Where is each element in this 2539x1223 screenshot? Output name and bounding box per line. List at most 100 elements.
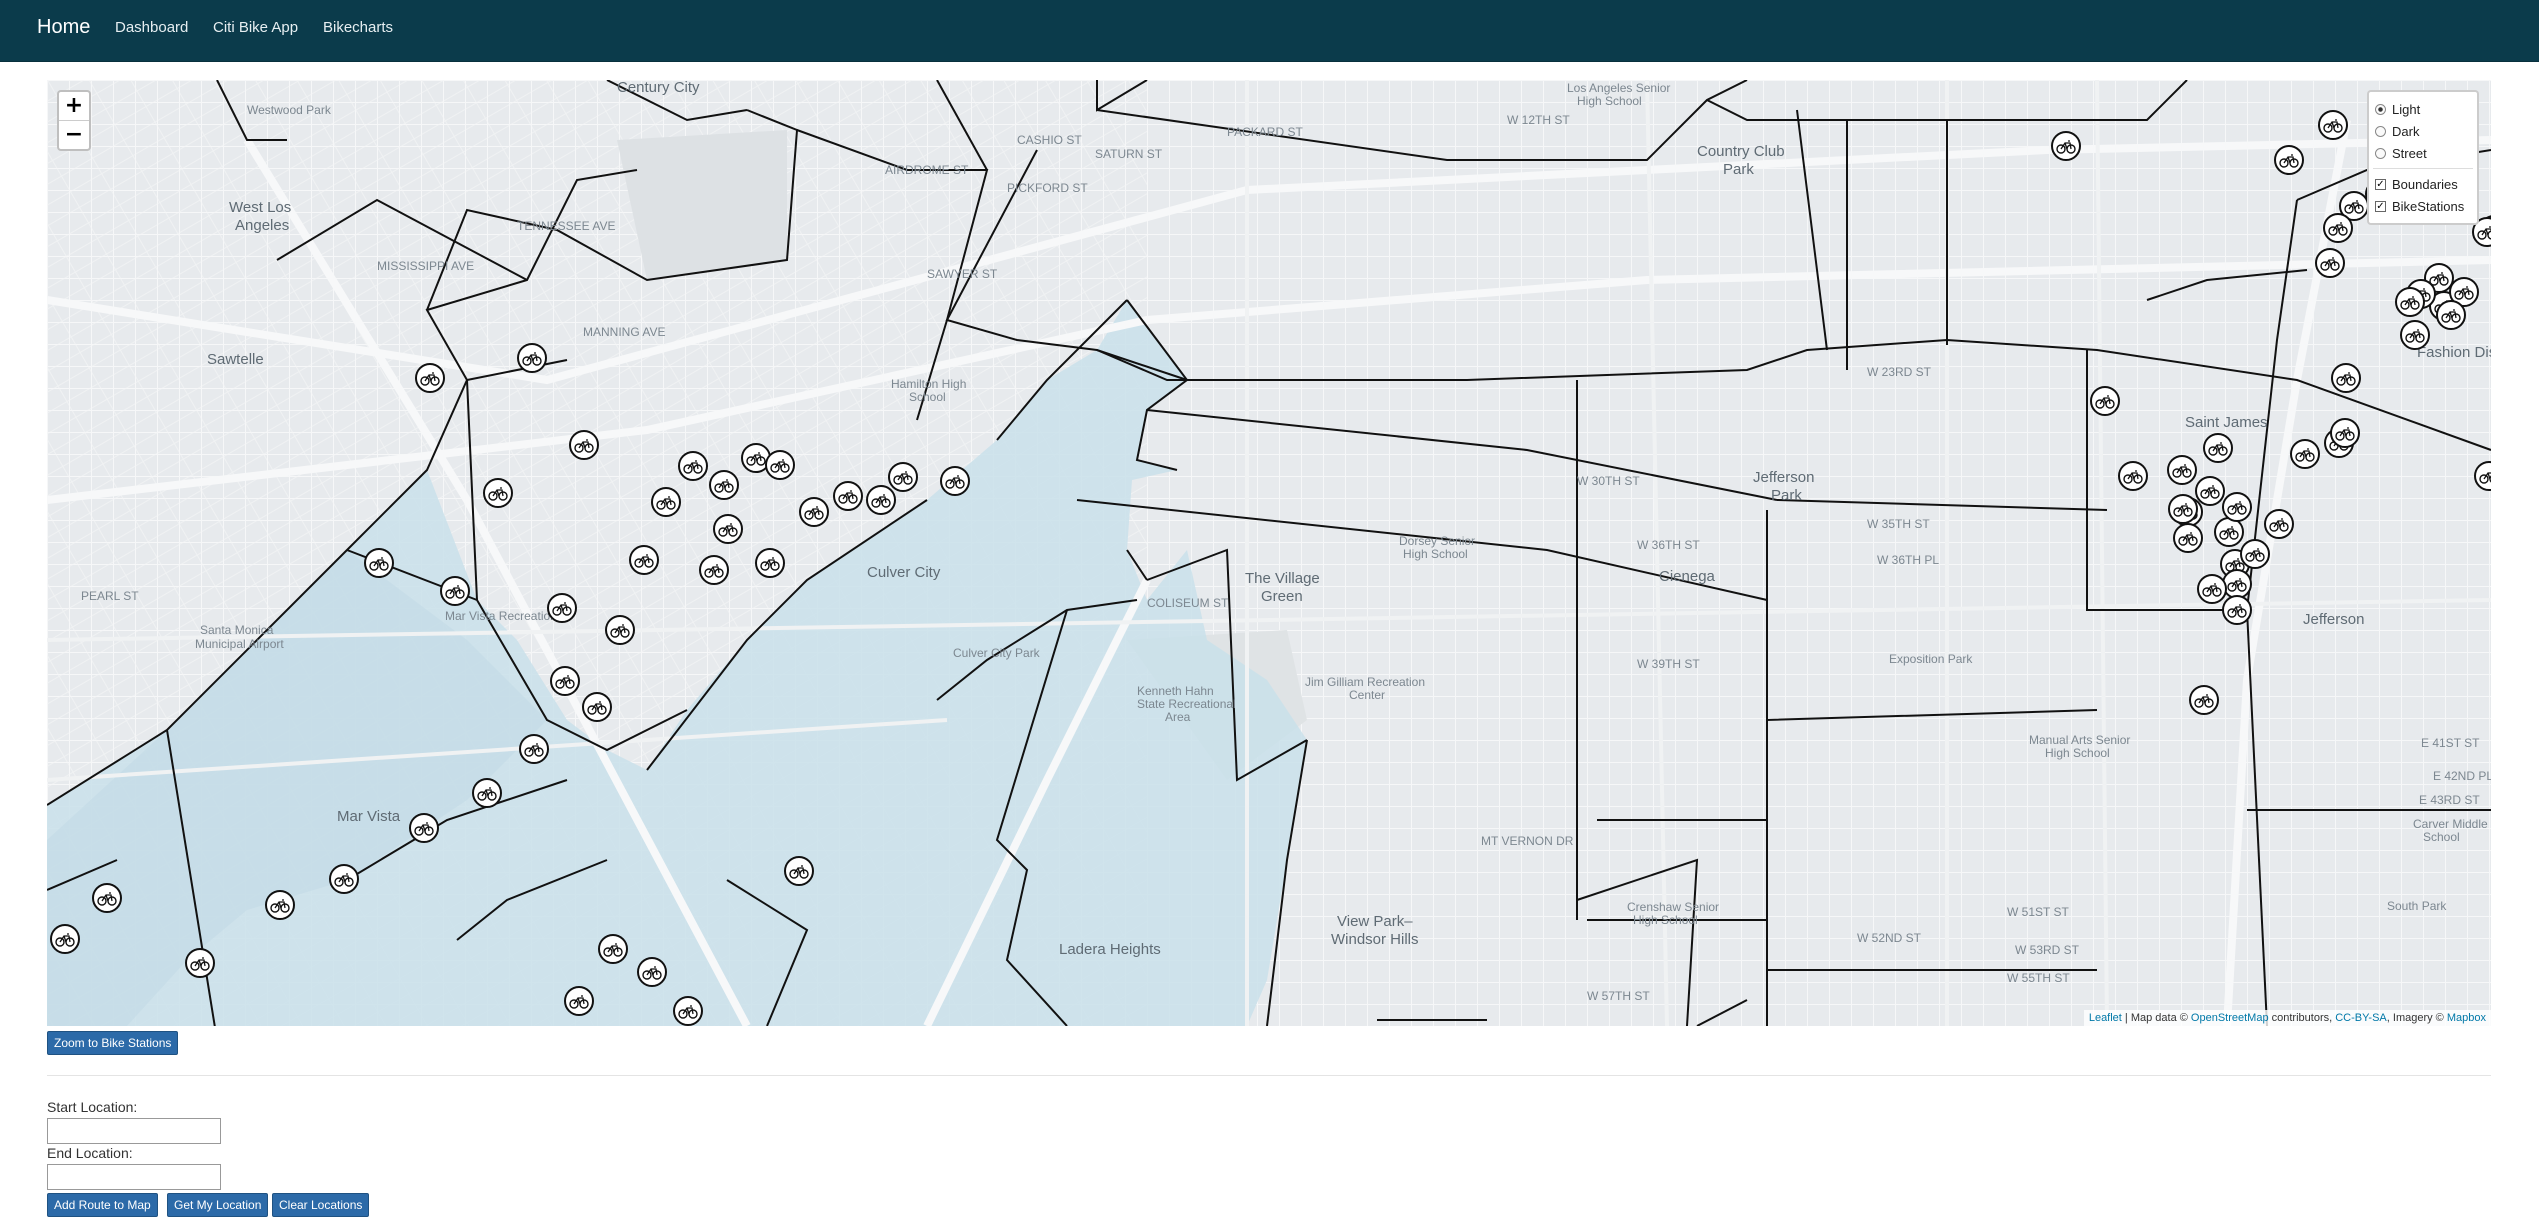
bike-station-marker[interactable]: [2290, 439, 2320, 469]
bike-station-marker[interactable]: [2274, 145, 2304, 175]
bike-station-marker[interactable]: [50, 924, 80, 954]
bike-station-marker[interactable]: [2264, 509, 2294, 539]
checkbox-icon[interactable]: ✓: [2375, 178, 2386, 190]
bike-station-marker[interactable]: [784, 856, 814, 886]
bike-station-marker[interactable]: [92, 883, 122, 913]
bike-station-marker[interactable]: [547, 593, 577, 623]
bike-station-marker[interactable]: [472, 778, 502, 808]
bike-station-marker[interactable]: [2168, 494, 2198, 524]
bike-station-marker[interactable]: [265, 890, 295, 920]
svg-text:Park: Park: [1771, 487, 1802, 504]
clear-locations-button[interactable]: Clear Locations: [272, 1193, 370, 1217]
bike-station-marker[interactable]: [866, 485, 896, 515]
bike-station-marker[interactable]: [598, 934, 628, 964]
svg-text:MT VERNON DR: MT VERNON DR: [1481, 834, 1574, 848]
svg-text:High School: High School: [1577, 94, 1642, 108]
bike-station-marker[interactable]: [2318, 110, 2348, 140]
radio-icon[interactable]: [2375, 103, 2386, 115]
bike-station-marker[interactable]: [2395, 287, 2425, 317]
bike-station-marker[interactable]: [833, 481, 863, 511]
bike-station-marker[interactable]: [651, 487, 681, 517]
bike-station-marker[interactable]: [2214, 517, 2244, 547]
get-my-location-button[interactable]: Get My Location: [167, 1193, 269, 1217]
bike-station-marker[interactable]: [440, 576, 470, 606]
bike-station-marker[interactable]: [673, 996, 703, 1026]
bike-station-marker[interactable]: [2167, 455, 2197, 485]
nav-link-bikecharts[interactable]: Bikecharts: [323, 19, 393, 36]
layer-option-light[interactable]: Light: [2373, 98, 2473, 120]
zoom-out-button[interactable]: −: [59, 121, 89, 149]
bike-station-marker[interactable]: [2331, 363, 2361, 393]
bike-station-marker[interactable]: [2315, 248, 2345, 278]
bike-station-marker[interactable]: [2222, 492, 2252, 522]
bike-station-marker[interactable]: [569, 430, 599, 460]
end-location-input[interactable]: [47, 1164, 221, 1190]
nav-link-dashboard[interactable]: Dashboard: [115, 19, 188, 36]
svg-text:South Park: South Park: [2387, 899, 2447, 913]
bike-station-marker[interactable]: [364, 548, 394, 578]
bike-station-marker[interactable]: [2051, 131, 2081, 161]
bike-station-marker[interactable]: [678, 451, 708, 481]
bike-station-marker[interactable]: [2195, 476, 2225, 506]
map-tiles[interactable]: Century City West LosAngeles Sawtelle Co…: [47, 80, 2491, 1026]
bike-station-marker[interactable]: [2197, 574, 2227, 604]
osm-link[interactable]: OpenStreetMap: [2191, 1012, 2269, 1024]
bike-station-marker[interactable]: [713, 514, 743, 544]
license-link[interactable]: CC-BY-SA: [2335, 1012, 2387, 1024]
svg-text:State Recreational: State Recreational: [1137, 697, 1236, 711]
add-route-button[interactable]: Add Route to Map: [47, 1193, 158, 1217]
svg-text:Park: Park: [1723, 161, 1754, 178]
bike-station-marker[interactable]: [709, 470, 739, 500]
bike-station-marker[interactable]: [940, 466, 970, 496]
bike-station-marker[interactable]: [755, 548, 785, 578]
svg-text:Sawtelle: Sawtelle: [207, 351, 264, 368]
zoom-in-button[interactable]: +: [59, 92, 89, 121]
overlay-option-bikestations[interactable]: ✓ BikeStations: [2373, 195, 2473, 217]
bike-station-marker[interactable]: [605, 615, 635, 645]
start-location-label: Start Location:: [47, 1099, 138, 1115]
radio-icon[interactable]: [2375, 125, 2386, 137]
bike-station-marker[interactable]: [582, 692, 612, 722]
bike-station-marker[interactable]: [2330, 418, 2360, 448]
overlay-option-boundaries[interactable]: ✓ Boundaries: [2373, 173, 2473, 195]
bike-station-marker[interactable]: [517, 343, 547, 373]
bike-station-marker[interactable]: [409, 813, 439, 843]
mapbox-link[interactable]: Mapbox: [2447, 1012, 2486, 1024]
start-location-input[interactable]: [47, 1118, 221, 1144]
bike-station-marker[interactable]: [564, 986, 594, 1016]
bike-station-marker[interactable]: [2222, 595, 2252, 625]
bike-station-marker[interactable]: [2090, 386, 2120, 416]
radio-icon[interactable]: [2375, 147, 2386, 159]
bike-station-marker[interactable]: [415, 363, 445, 393]
bike-station-marker[interactable]: [2436, 300, 2466, 330]
bike-station-marker[interactable]: [519, 734, 549, 764]
bike-station-marker[interactable]: [637, 957, 667, 987]
map-container[interactable]: Century City West Los Angeles Sawtelle Co…: [47, 80, 2491, 1026]
bike-station-marker[interactable]: [2203, 433, 2233, 463]
zoom-to-bike-stations-button[interactable]: Zoom to Bike Stations: [47, 1031, 179, 1055]
bike-station-marker[interactable]: [185, 948, 215, 978]
zoom-control: + −: [57, 90, 91, 151]
bike-station-marker[interactable]: [2400, 320, 2430, 350]
svg-text:Hamilton High: Hamilton High: [891, 377, 966, 391]
bike-station-marker[interactable]: [765, 450, 795, 480]
checkbox-icon[interactable]: ✓: [2375, 200, 2386, 212]
bike-station-marker[interactable]: [2173, 523, 2203, 553]
nav-brand-home[interactable]: Home: [37, 16, 90, 39]
bike-station-marker[interactable]: [550, 666, 580, 696]
bike-station-marker[interactable]: [483, 478, 513, 508]
bike-station-marker[interactable]: [2222, 569, 2252, 599]
bike-station-marker[interactable]: [799, 497, 829, 527]
nav-link-citi-bike-app[interactable]: Citi Bike App: [213, 19, 298, 36]
bike-station-marker[interactable]: [329, 864, 359, 894]
bike-station-marker[interactable]: [2118, 461, 2148, 491]
bike-station-marker[interactable]: [699, 555, 729, 585]
bike-station-marker[interactable]: [2323, 213, 2353, 243]
bike-station-marker[interactable]: [2240, 539, 2270, 569]
layer-option-dark[interactable]: Dark: [2373, 120, 2473, 142]
bike-station-marker[interactable]: [2189, 685, 2219, 715]
leaflet-link[interactable]: Leaflet: [2089, 1012, 2122, 1024]
bike-station-marker[interactable]: [629, 545, 659, 575]
bike-station-marker[interactable]: [888, 462, 918, 492]
layer-option-street[interactable]: Street: [2373, 142, 2473, 164]
